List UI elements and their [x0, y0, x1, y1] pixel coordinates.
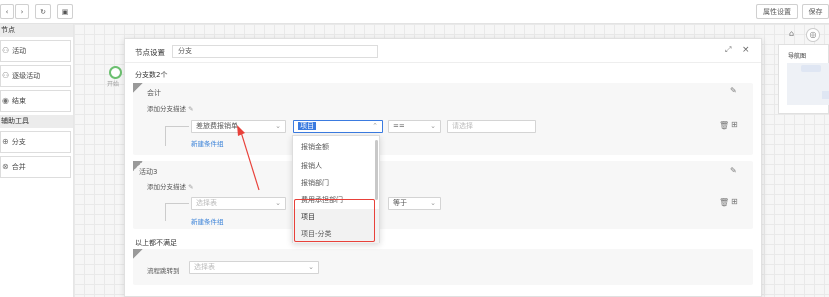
chevron-down-icon: ⌄ — [275, 122, 281, 130]
condition-field-select[interactable]: 选择表 ⌄ — [191, 197, 286, 210]
condition-field-select[interactable]: 差旅费报销单 ⌄ — [191, 120, 286, 133]
expand-icon[interactable]: ⤢ — [725, 46, 731, 54]
condition-subfield-select[interactable]: 项目 ⌃ — [293, 120, 383, 133]
close-icon[interactable]: × — [742, 45, 750, 55]
operator-select[interactable]: 等于 ⌄ — [388, 197, 441, 210]
chevron-left-icon: ‹ — [5, 7, 9, 16]
condition-value-select[interactable]: 请选择 — [447, 120, 536, 133]
tree-line — [165, 126, 166, 146]
properties-button[interactable]: 属性设置 — [756, 4, 798, 19]
save-button[interactable]: 保存 — [802, 4, 829, 19]
fallback-title: 以上都不满足 — [135, 239, 177, 247]
tree-line — [165, 126, 189, 127]
chevron-down-icon: ⌄ — [430, 122, 436, 130]
edit-icon: ✎ — [188, 105, 194, 113]
merge-icon: ⊗ — [2, 162, 9, 171]
sidebar-item-branch[interactable]: ⊕ 分支 — [0, 131, 71, 153]
users-icon: ⚇ — [2, 71, 10, 80]
forward-button[interactable]: › — [15, 4, 29, 19]
minimap[interactable]: 导航图 — [778, 44, 829, 114]
chevron-down-icon: ⌄ — [430, 199, 436, 207]
minimap-title: 导航图 — [788, 53, 807, 60]
stop-icon: ◉ — [2, 96, 9, 105]
dialog-header: 节点设置 分支 ⤢ × — [125, 39, 761, 63]
tree-line — [165, 203, 189, 204]
branch-name: 活动3 — [139, 168, 158, 176]
sidebar-section-tools: 辅助工具 — [0, 115, 73, 128]
new-condition-group-link[interactable]: 新建条件组 — [191, 138, 224, 148]
dropdown-scrollbar[interactable] — [375, 140, 378, 200]
collapse-corner-icon[interactable] — [133, 83, 143, 93]
branch-name: 会计 — [147, 89, 161, 97]
dropdown-option[interactable]: 报销金额 — [293, 136, 379, 158]
dropdown-option[interactable]: 报销人 — [293, 158, 379, 175]
image-icon: ▣ — [61, 7, 69, 16]
refresh-icon: ↻ — [40, 7, 46, 16]
branch-section: 会计 ✎ 添加分支描述 ✎ 差旅费报销单 ⌄ 项目 ⌃ == ⌄ 请选择 🗑 ⊞… — [133, 83, 753, 155]
add-condition-icon[interactable]: ⊞ — [731, 121, 738, 129]
locate-button[interactable]: ◎ — [806, 28, 820, 42]
fallback-section: 流程跳转到 选择表 ⌄ — [133, 249, 753, 285]
edit-icon[interactable]: ✎ — [730, 167, 737, 175]
chevron-down-icon: ⌄ — [275, 199, 281, 207]
dialog-title: 节点设置 — [135, 48, 165, 57]
collapse-corner-icon[interactable] — [133, 249, 143, 259]
sidebar-section-nodes: 节点 — [0, 24, 73, 37]
minimap-node — [822, 91, 829, 99]
edit-icon: ✎ — [188, 183, 194, 191]
back-button[interactable]: ‹ — [0, 4, 14, 19]
sidebar-item-stepwise-activity[interactable]: ⚇ 逐级活动 — [0, 65, 71, 87]
new-condition-group-link[interactable]: 新建条件组 — [191, 216, 224, 226]
delete-icon[interactable]: 🗑 — [719, 122, 729, 130]
node-name-input[interactable]: 分支 — [172, 45, 378, 58]
home-icon[interactable]: ⌂ — [789, 30, 794, 38]
dropdown-option[interactable]: 报销部门 — [293, 175, 379, 192]
start-node[interactable] — [109, 66, 122, 79]
image-button[interactable]: ▣ — [57, 4, 73, 19]
minimap-node — [801, 65, 821, 72]
add-condition-icon[interactable]: ⊞ — [731, 198, 738, 206]
user-icon: ⚇ — [2, 46, 10, 55]
operator-select[interactable]: == ⌄ — [388, 120, 441, 133]
branch-section: 活动3 ✎ 添加分支描述 ✎ 选择表 ⌄ 等于 ⌄ 🗑 ⊞ 新建条件组 — [133, 161, 753, 229]
chevron-right-icon: › — [20, 7, 24, 16]
add-description-link[interactable]: 添加分支描述 ✎ — [147, 103, 194, 113]
flow-jump-label: 流程跳转到 — [147, 267, 180, 275]
delete-icon[interactable]: 🗑 — [719, 199, 729, 207]
node-sidebar: 节点 ⚇ 活动 ⚇ 逐级活动 ◉ 结束 辅助工具 ⊕ 分支 ⊗ 合并 — [0, 24, 74, 297]
highlight-box — [294, 199, 375, 242]
branch-count: 分支数2个 — [135, 71, 168, 79]
flow-jump-select[interactable]: 选择表 ⌄ — [189, 261, 319, 274]
branch-icon: ⊕ — [2, 137, 9, 146]
start-node-label: 开始 — [107, 81, 120, 88]
target-icon: ◎ — [809, 30, 817, 39]
top-toolbar: ‹ › ↻ ▣ 属性设置 保存 — [0, 0, 829, 24]
sidebar-item-activity[interactable]: ⚇ 活动 — [0, 40, 71, 62]
add-description-link[interactable]: 添加分支描述 ✎ — [147, 181, 194, 191]
chevron-up-icon: ⌃ — [372, 122, 378, 130]
node-settings-dialog: 节点设置 分支 ⤢ × 分支数2个 会计 ✎ 添加分支描述 ✎ 差旅费报销单 ⌄… — [124, 38, 762, 297]
sidebar-item-merge[interactable]: ⊗ 合并 — [0, 156, 71, 178]
edit-icon[interactable]: ✎ — [730, 87, 737, 95]
tree-line — [165, 203, 166, 221]
refresh-button[interactable]: ↻ — [35, 4, 51, 19]
sidebar-item-end[interactable]: ◉ 结束 — [0, 90, 71, 112]
chevron-down-icon: ⌄ — [308, 263, 314, 271]
